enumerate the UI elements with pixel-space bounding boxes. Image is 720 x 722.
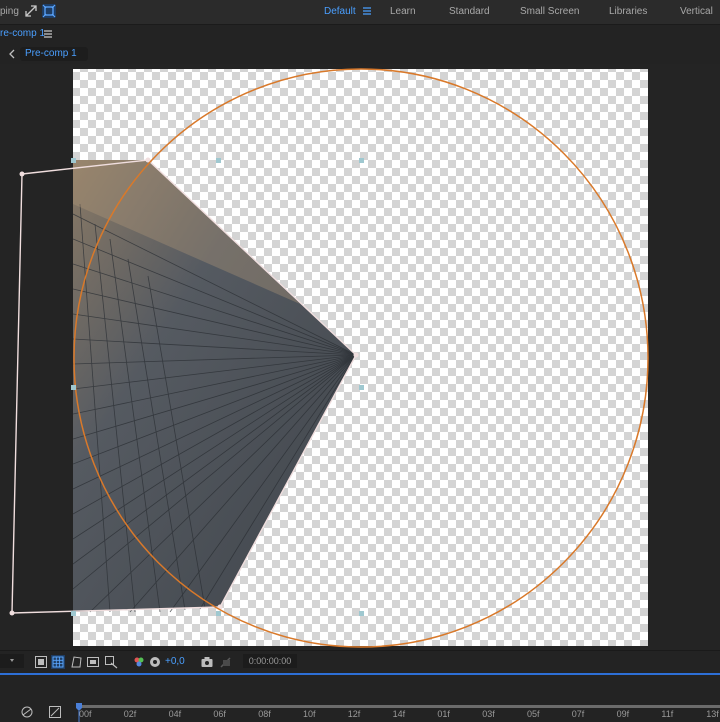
ruler-label: 05f [527, 709, 540, 719]
magnification-dropdown[interactable] [0, 654, 24, 668]
viewer-toolbar: +0,0 0:00:00:00 [0, 650, 720, 673]
graph-editor-icon[interactable] [48, 705, 62, 719]
comp-navigator: Pre-comp 1 [0, 44, 720, 64]
tab-composition[interactable]: re-comp 1 [0, 28, 45, 39]
workspace-small-screen[interactable]: Small Screen [520, 6, 579, 17]
composition-canvas[interactable] [0, 64, 720, 650]
workspace-standard[interactable]: Standard [449, 6, 490, 17]
workspace-libraries[interactable]: Libraries [609, 6, 647, 17]
workspace-learn[interactable]: Learn [390, 6, 416, 17]
ruler-label: 00f [79, 709, 92, 719]
ruler-label: 01f [437, 709, 450, 719]
show-channel-icon[interactable] [132, 655, 146, 669]
ruler-label: 09f [616, 709, 630, 719]
timeline-panel[interactable]: 00f 02f 04f 06f 08f 10f 12f 14f 01f 03f 05f 07f 09f 1… [0, 673, 720, 722]
ruler-label: 12f [347, 709, 361, 719]
ruler-label: 13f [706, 709, 719, 719]
snapping-icon[interactable] [42, 4, 56, 18]
exposure-value[interactable]: +0,0 [165, 656, 185, 667]
work-area-bar[interactable] [78, 705, 720, 708]
motion-blur-icon[interactable] [20, 705, 34, 719]
workspace-bar: ping Default Learn Standard Small Screen… [0, 0, 720, 25]
composition-viewer[interactable] [0, 64, 720, 650]
workspace-default[interactable]: Default [324, 6, 356, 17]
show-snapshot-icon[interactable] [219, 655, 233, 669]
region-of-interest-icon[interactable] [86, 655, 100, 669]
reset-exposure-icon[interactable] [148, 655, 162, 669]
preview-icon[interactable] [34, 655, 48, 669]
ruler-label: 02f [123, 709, 137, 719]
mask-visibility-icon[interactable] [69, 655, 83, 669]
current-time-display[interactable]: 0:00:00:00 [243, 654, 297, 668]
composition-tab-bar: re-comp 1 [0, 25, 720, 41]
ruler-label: 03f [482, 709, 495, 719]
ruler-label: 07f [571, 709, 585, 719]
transparency-grid-icon[interactable] [104, 655, 118, 669]
snapshot-icon[interactable] [200, 655, 214, 669]
tool-label: ping [0, 6, 19, 17]
expand-icon[interactable] [24, 4, 38, 18]
tab-menu-icon[interactable] [43, 29, 57, 43]
ruler-label: 14f [392, 709, 406, 719]
workspace-vertical[interactable]: Vertical [680, 6, 713, 17]
grid-toggle-icon[interactable] [51, 655, 65, 669]
ruler-label: 11f [661, 709, 674, 719]
workspace-menu-icon[interactable] [362, 6, 376, 20]
ruler-label: 08f [258, 709, 271, 719]
ruler-label: 04f [168, 709, 182, 719]
ruler-label: 06f [213, 709, 226, 719]
comp-breadcrumb[interactable]: Pre-comp 1 [20, 47, 88, 61]
ruler-label: 10f [303, 709, 316, 719]
